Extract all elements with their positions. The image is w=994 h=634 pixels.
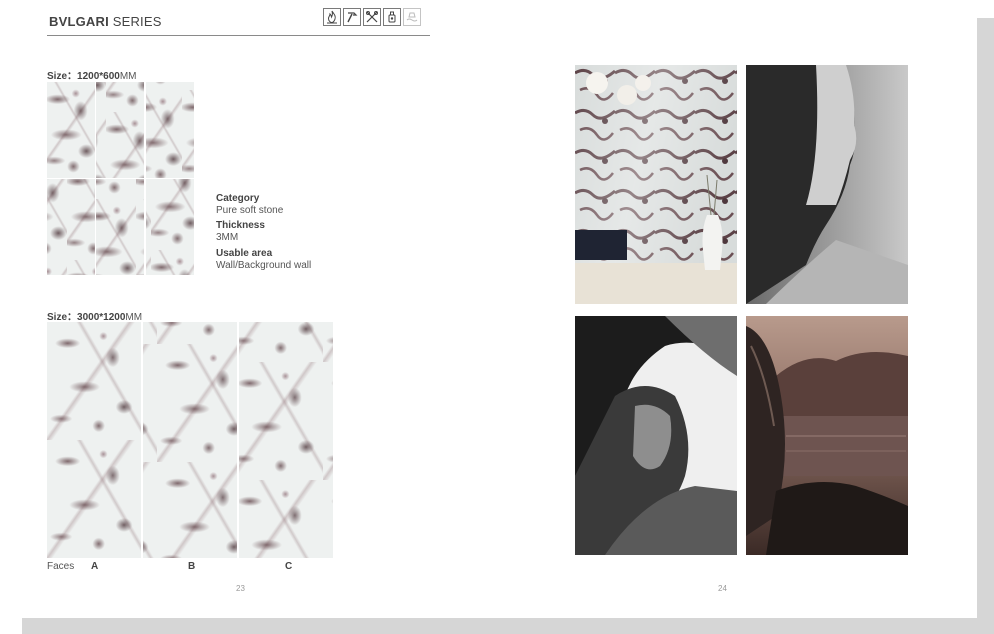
marble-tile <box>96 82 144 178</box>
woman-portrait-photo <box>575 316 737 555</box>
stain-resistant-icon <box>383 8 401 26</box>
spec-category-label: Category <box>216 193 260 204</box>
faces-label: Faces <box>47 561 75 572</box>
marble-tile <box>146 179 194 275</box>
face-b: B <box>188 561 196 572</box>
marble-tile <box>47 179 95 275</box>
size-label-small: Size：1200*600MM <box>47 67 137 82</box>
spec-usable-value: Wall/Background wall <box>216 260 312 271</box>
marble-tile <box>47 82 95 178</box>
water-resistant-icon <box>403 8 421 26</box>
marble-tile <box>146 82 194 178</box>
rock-lake-photo <box>746 316 908 555</box>
marble-slab-b <box>143 322 237 558</box>
spec-category: Category Pure soft stone <box>216 193 283 217</box>
fire-resistant-icon <box>323 8 341 26</box>
face-letter-a: A <box>91 561 98 572</box>
spec-thickness-value: 3MM <box>216 232 239 243</box>
tools-icon <box>363 8 381 26</box>
page-shadow-right <box>977 18 994 634</box>
spec-usable-label: Usable area <box>216 248 273 259</box>
spec-category-value: Pure soft stone <box>216 205 284 216</box>
marble-tile <box>96 179 144 275</box>
series-title: BVLGARI SERIES <box>49 14 162 29</box>
size-value: 1200*600 <box>77 71 120 82</box>
face-c: C <box>285 561 293 572</box>
spec-usable-area: Usable area Wall/Background wall <box>216 248 311 272</box>
brand-name: BVLGARI <box>49 14 109 29</box>
header-rule <box>47 35 430 36</box>
catalog-spread: BVLGARI SERIES Size：1200*600MM Category … <box>0 0 977 618</box>
spec-thickness: Thickness 3MM <box>216 220 265 244</box>
face-a: A <box>91 561 99 572</box>
size-label-large: Size：3000*1200MM <box>47 308 142 323</box>
face-letter-b: B <box>188 561 195 572</box>
page-number-left: 23 <box>236 584 245 593</box>
page-shadow-bottom <box>22 618 994 634</box>
face-letter-c: C <box>285 561 292 572</box>
size-prefix: Size： <box>47 71 78 82</box>
size-unit: MM <box>119 71 137 82</box>
marble-slab-a <box>47 322 141 558</box>
property-icons <box>323 8 421 26</box>
series-word: SERIES <box>108 14 162 29</box>
woman-profile-photo <box>746 65 908 304</box>
spec-thickness-label: Thickness <box>216 220 265 231</box>
hammer-icon <box>343 8 361 26</box>
interior-marble-wall-photo <box>575 65 737 304</box>
marble-slab-c <box>239 322 333 558</box>
page-number-right: 24 <box>718 584 727 593</box>
